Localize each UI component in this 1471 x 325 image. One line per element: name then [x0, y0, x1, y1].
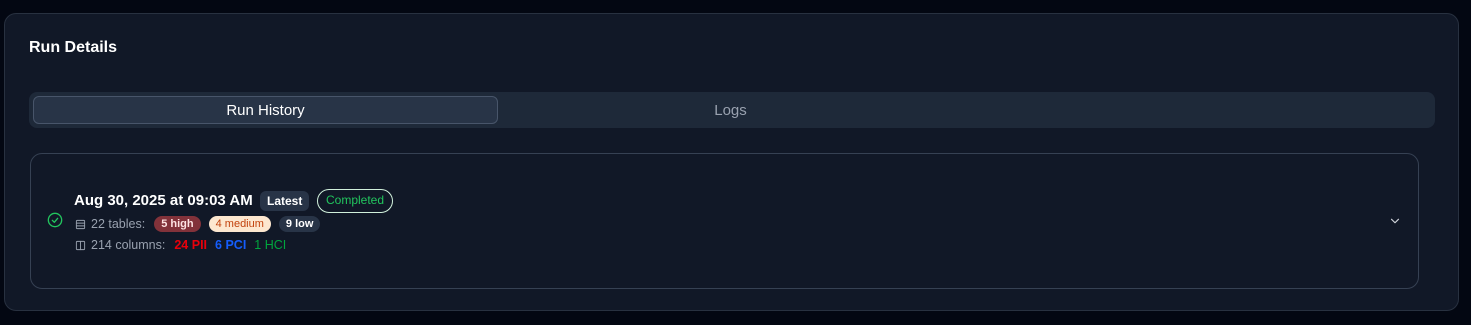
hci-count: 1 HCI	[254, 238, 287, 252]
status-badge: Completed	[317, 189, 394, 213]
tab-logs[interactable]: Logs	[498, 96, 963, 124]
pii-count: 24 PII	[174, 238, 208, 252]
run-date: Aug 30, 2025 at 09:03 AM	[74, 192, 253, 209]
tab-run-history[interactable]: Run History	[33, 96, 498, 124]
high-severity-badge: 5 high	[154, 216, 201, 232]
low-severity-badge: 9 low	[278, 216, 321, 232]
columns-icon	[75, 240, 86, 250]
columns-summary: 214 columns: 24 PII 6 PCI 1 HCI	[75, 237, 286, 253]
tab-list: Run History Logs	[29, 92, 1435, 128]
tables-summary: 22 tables: 5 high 4 medium 9 low	[75, 216, 321, 232]
run-details-card: Run Details Run History Logs Aug 30, 202…	[4, 13, 1459, 311]
columns-count: 214 columns:	[91, 238, 166, 252]
database-icon	[75, 219, 86, 229]
tables-count: 22 tables:	[91, 217, 146, 231]
card-title: Run Details	[29, 39, 118, 56]
medium-severity-badge: 4 medium	[208, 216, 271, 232]
check-circle-icon	[47, 212, 63, 228]
chevron-down-icon[interactable]	[1388, 214, 1402, 228]
pci-count: 6 PCI	[215, 238, 247, 252]
run-history-item[interactable]: Aug 30, 2025 at 09:03 AM Latest Complete…	[30, 153, 1419, 289]
latest-badge: Latest	[260, 191, 310, 211]
